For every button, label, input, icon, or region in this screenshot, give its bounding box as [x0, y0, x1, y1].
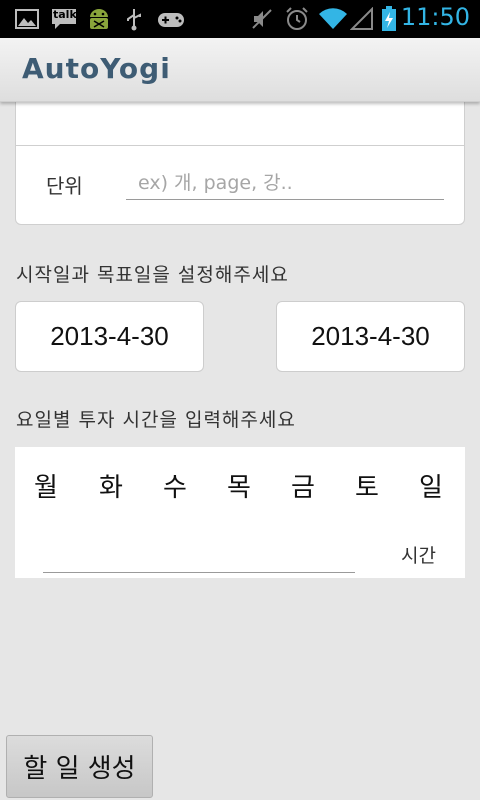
weekday-panel: 월 화 수 목 금 토 일 시간 [15, 447, 465, 578]
gallery-icon [14, 7, 40, 31]
day-mon[interactable]: 월 [26, 467, 66, 504]
weekly-section-label: 요일별 투자 시간을 입력해주세요 [16, 409, 296, 431]
game-controller-icon [156, 7, 186, 31]
app-title: AutoYogi [22, 52, 171, 85]
wifi-icon [318, 7, 348, 31]
battery-icon [380, 6, 398, 31]
goal-date-button[interactable]: 2013-4-30 [276, 301, 465, 372]
day-tue[interactable]: 화 [91, 467, 131, 504]
day-wed[interactable]: 수 [155, 467, 195, 504]
create-task-button[interactable]: 할 일 생성 [6, 735, 153, 798]
hours-input[interactable] [43, 537, 355, 573]
row-divider [16, 145, 464, 146]
signal-icon [350, 7, 374, 31]
start-date-button[interactable]: 2013-4-30 [15, 301, 204, 372]
unit-input[interactable] [126, 166, 444, 200]
day-fri[interactable]: 금 [283, 467, 323, 504]
day-sun[interactable]: 일 [411, 467, 451, 504]
day-thu[interactable]: 목 [219, 467, 259, 504]
talk-label: talk [53, 8, 77, 21]
day-sat[interactable]: 토 [347, 467, 387, 504]
unit-label: 단위 [46, 174, 83, 198]
action-bar: AutoYogi [0, 38, 480, 102]
alarm-icon [284, 7, 310, 31]
clock: 11:50 [400, 3, 470, 31]
form-scroll-area[interactable]: 분위 단위 시작일과 목표일을 설정해주세요 2013-4-30 2013-4-… [0, 102, 480, 800]
talk-icon: talk [50, 7, 78, 31]
mute-icon [250, 7, 274, 31]
hours-unit-label: 시간 [401, 545, 436, 567]
date-section-label: 시작일과 목표일을 설정해주세요 [16, 264, 289, 286]
usb-icon [124, 7, 144, 31]
status-bar: talk 11:50 [0, 0, 480, 38]
goal-card: 분위 단위 [15, 102, 465, 225]
android-debug-icon [86, 7, 112, 31]
